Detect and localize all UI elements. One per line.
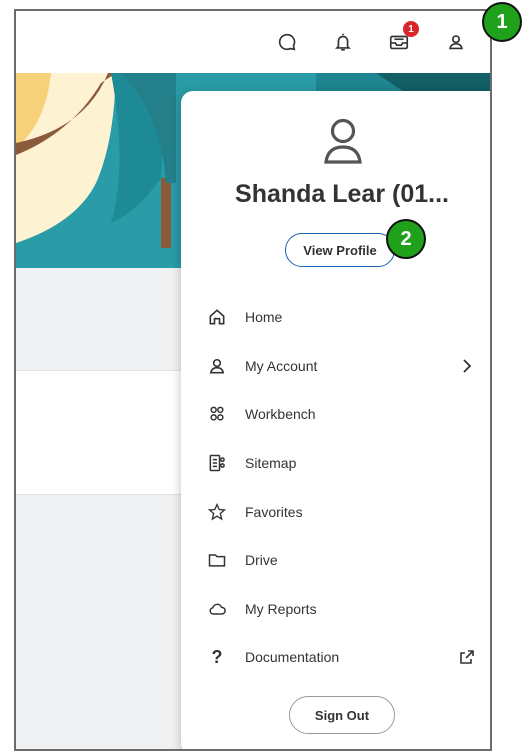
workbench-icon: [207, 404, 227, 424]
folder-icon: [207, 550, 227, 570]
star-icon: [207, 502, 227, 522]
menu-item-label: Workbench: [245, 406, 316, 423]
question-icon: ?: [211, 646, 223, 667]
top-bar: 1: [16, 11, 490, 74]
chevron-right-icon: [459, 358, 475, 374]
profile-menu-popup: Shanda Lear (01... View Profile Home My …: [181, 91, 490, 749]
cloud-icon: [207, 599, 227, 619]
menu-item-label: My Account: [245, 357, 318, 374]
profile-menu-list: Home My Account Workbench Sitemap Favori…: [181, 293, 490, 682]
app-window: 1 Shanda Lear (01... View Profile Home M…: [14, 9, 492, 751]
external-link-icon: [459, 649, 475, 665]
menu-item-label: Documentation: [245, 649, 340, 666]
menu-item-label: Drive: [245, 552, 278, 569]
menu-item-sitemap[interactable]: Sitemap: [181, 439, 490, 488]
profile-icon[interactable]: [444, 30, 468, 54]
notifications-icon[interactable]: [331, 30, 355, 54]
user-avatar-icon: [323, 118, 363, 164]
menu-item-label: Home: [245, 309, 283, 326]
menu-item-workbench[interactable]: Workbench: [181, 390, 490, 439]
inbox-badge: 1: [403, 21, 419, 37]
chat-icon[interactable]: [275, 30, 299, 54]
user-name: Shanda Lear (01...: [235, 180, 449, 208]
menu-item-drive[interactable]: Drive: [181, 536, 490, 585]
menu-item-my-account[interactable]: My Account: [181, 342, 490, 391]
callout-badge-1: 1: [482, 2, 522, 42]
view-profile-button[interactable]: View Profile: [285, 233, 395, 267]
menu-item-documentation[interactable]: ? Documentation: [181, 633, 490, 682]
inbox-icon[interactable]: 1: [387, 21, 419, 54]
home-icon: [207, 307, 227, 327]
account-icon: [207, 356, 227, 376]
menu-item-home[interactable]: Home: [181, 293, 490, 342]
sitemap-icon: [207, 453, 227, 473]
menu-item-label: Favorites: [245, 503, 303, 520]
menu-item-label: My Reports: [245, 600, 317, 617]
menu-item-label: Sitemap: [245, 455, 297, 472]
menu-item-favorites[interactable]: Favorites: [181, 487, 490, 536]
menu-item-my-reports[interactable]: My Reports: [181, 585, 490, 634]
callout-badge-2: 2: [386, 219, 426, 259]
sign-out-button[interactable]: Sign Out: [289, 696, 395, 734]
